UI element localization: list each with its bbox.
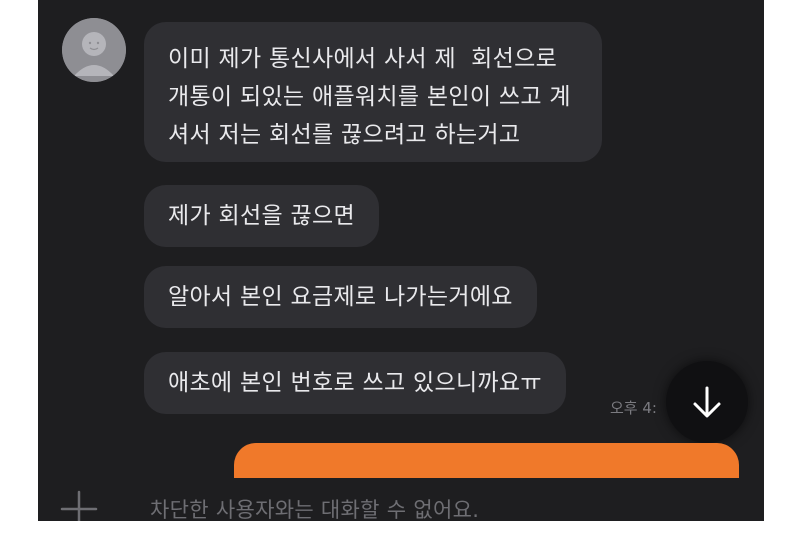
message-timestamp: 오후 4: <box>610 399 657 417</box>
plus-icon <box>60 490 98 521</box>
attach-button[interactable] <box>58 488 100 521</box>
message-input-bar: 차단한 사용자와는 대화할 수 없어요. <box>38 478 764 521</box>
message-bubble[interactable]: 알아서 본인 요금제로 나가는거에요 <box>144 266 537 328</box>
message-bubble[interactable]: 제가 회선을 끊으면 <box>144 185 379 247</box>
message-bubble[interactable]: 이미 제가 통신사에서 사서 제 회선으로 개통이 되있는 애플워치를 본인이 … <box>144 22 602 162</box>
blocked-user-notice: 차단한 사용자와는 대화할 수 없어요. <box>150 498 480 521</box>
sent-message-bubble[interactable] <box>234 443 739 483</box>
arrow-down-icon <box>693 386 721 418</box>
chat-window: 이미 제가 통신사에서 사서 제 회선으로 개통이 되있는 애플워치를 본인이 … <box>38 0 764 521</box>
profile-avatar-icon[interactable] <box>62 18 126 82</box>
scroll-to-bottom-button[interactable] <box>666 361 748 443</box>
message-bubble[interactable]: 애초에 본인 번호로 쓰고 있으니까요ㅠ <box>144 352 566 414</box>
